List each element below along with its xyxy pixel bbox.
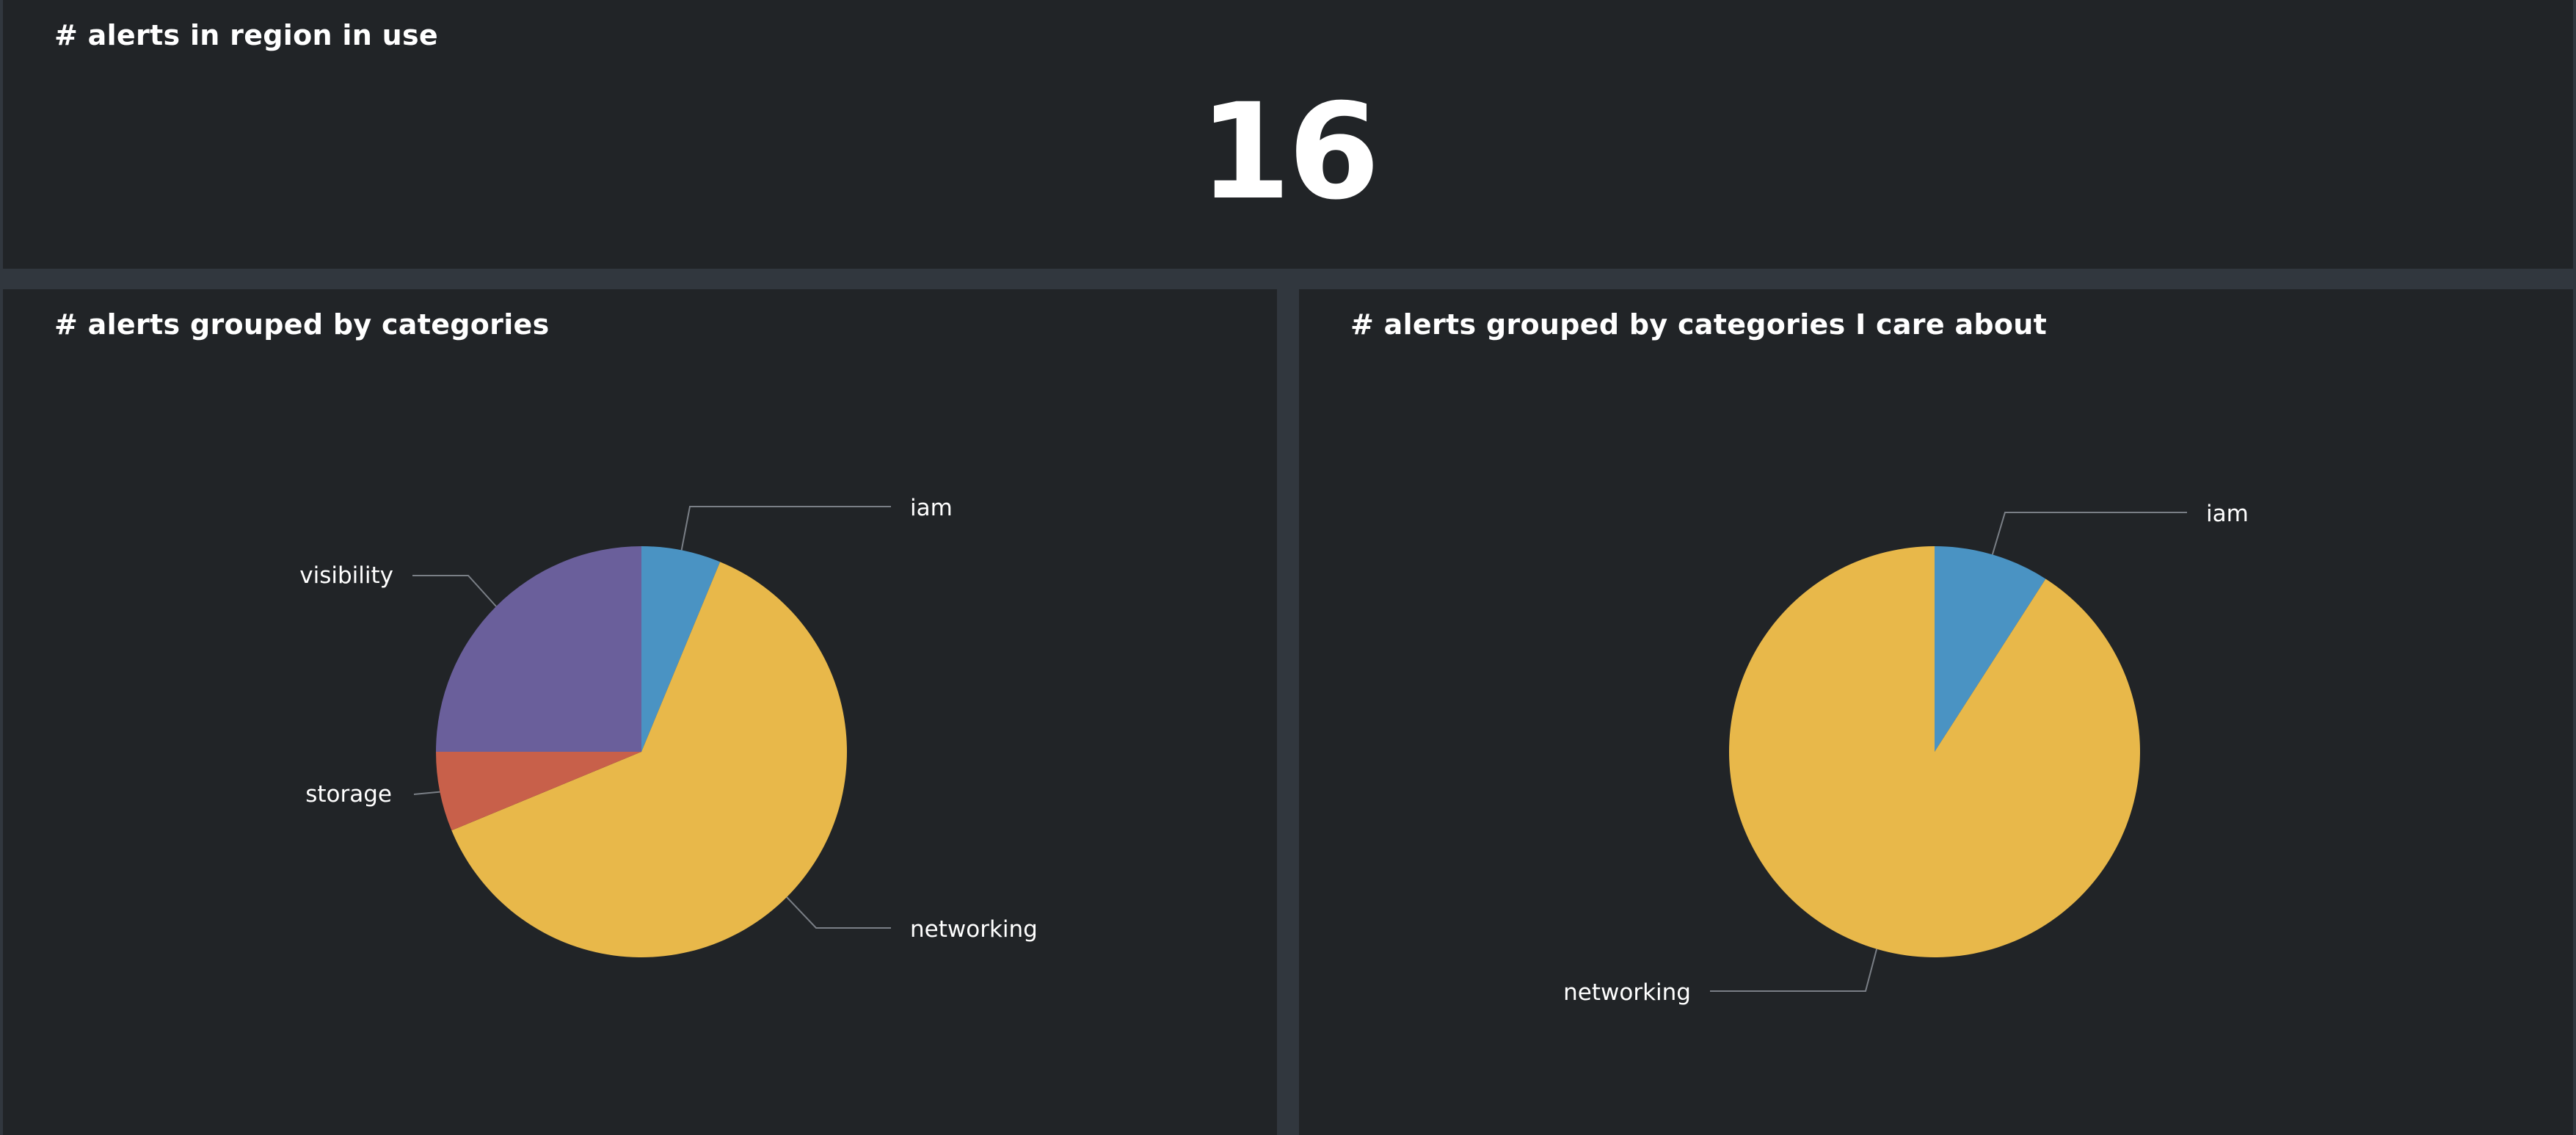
leader-line-storage [413, 791, 440, 795]
dashboard: # alerts in region in use 16 # alerts gr… [0, 0, 2576, 1135]
panel-title: # alerts in region in use [54, 19, 438, 51]
leader-line-networking [786, 896, 891, 929]
pie-panel-selected-categories: # alerts grouped by categories I care ab… [1299, 289, 2573, 1135]
slice-label-iam: iam [2206, 501, 2249, 527]
alert-count-value: 16 [1198, 76, 1380, 229]
pie-slice-networking[interactable] [1729, 546, 2140, 957]
pie-chart-all-categories: iam networking storage visibility [299, 495, 1038, 957]
pie-chart-selected-categories: iam networking [1563, 501, 2249, 1006]
leader-line-iam [680, 506, 891, 551]
pie-slice-visibility[interactable] [436, 546, 641, 752]
slice-label-iam: iam [910, 495, 953, 521]
slice-label-networking: networking [1563, 979, 1691, 1006]
pie-panel-all-categories: # alerts grouped by categories iam networ… [3, 289, 1277, 1135]
slice-label-storage: storage [305, 781, 392, 808]
leader-line-visibility [412, 575, 497, 607]
leader-line-iam [1991, 512, 2187, 555]
slice-label-networking: networking [910, 916, 1038, 943]
single-value-panel: # alerts in region in use 16 [3, 0, 2573, 269]
leader-line-networking [1710, 949, 1878, 992]
slice-label-visibility: visibility [299, 562, 393, 589]
